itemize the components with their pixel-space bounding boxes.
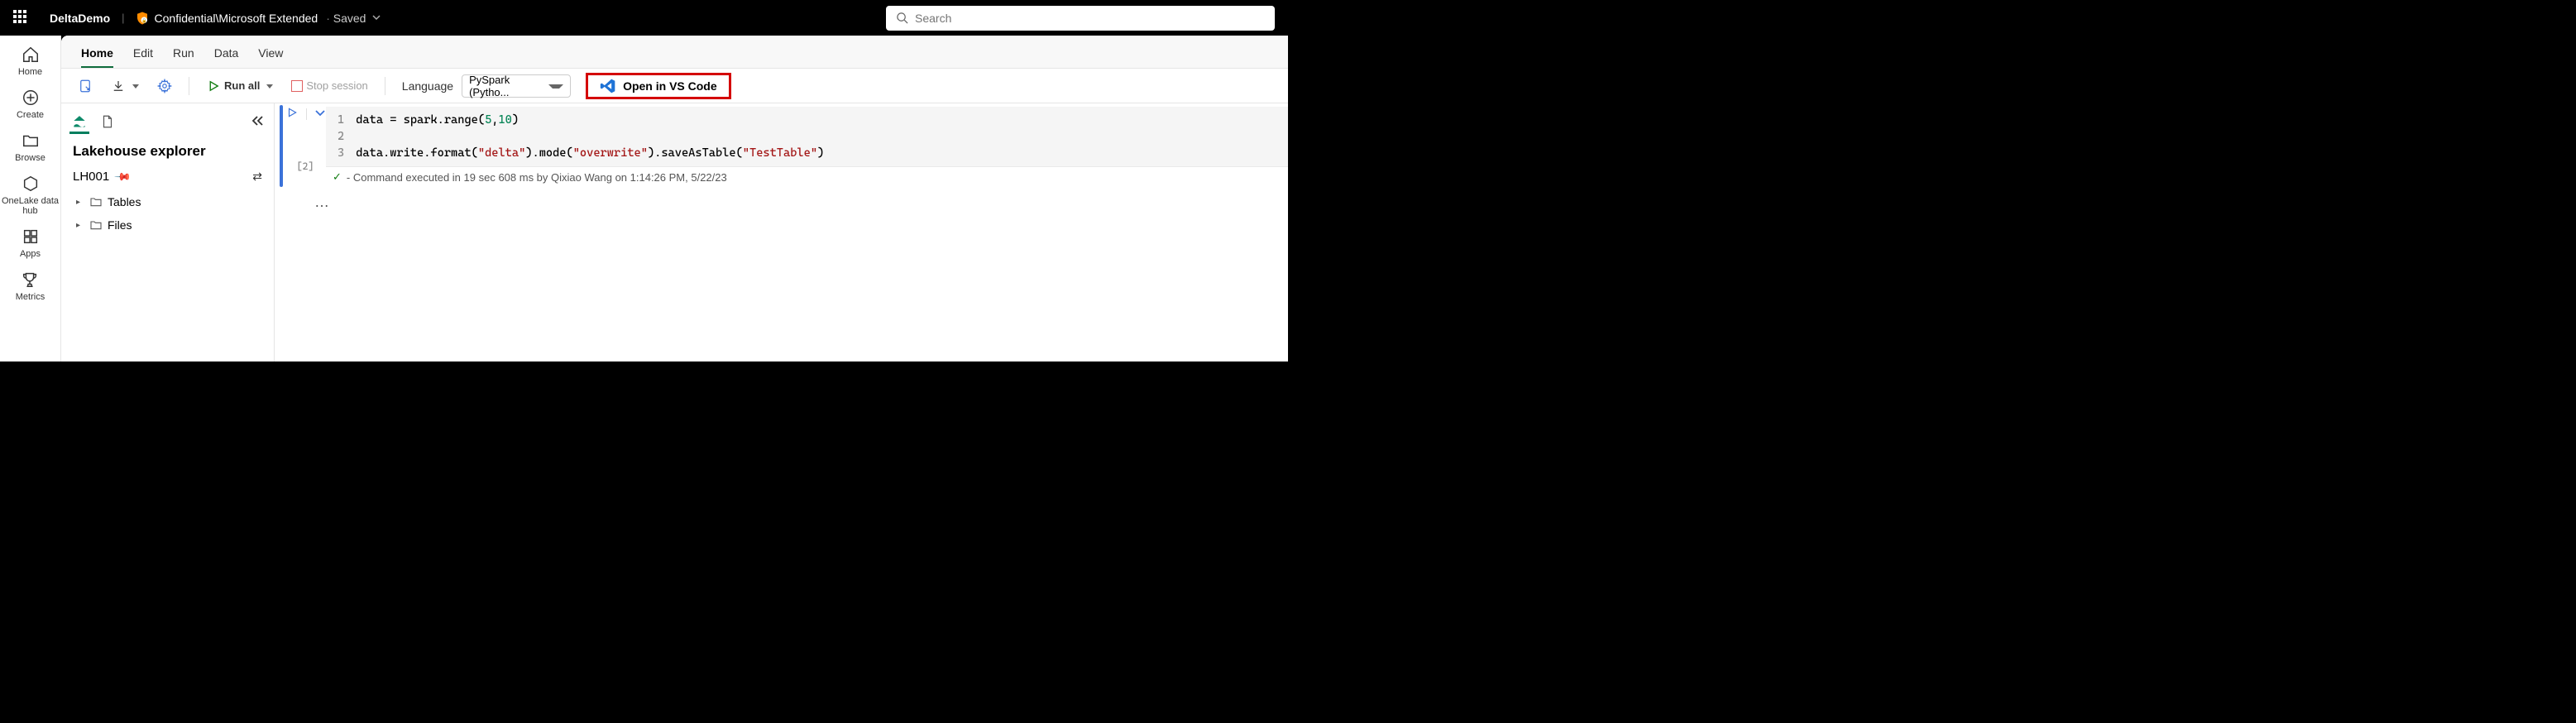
app-launcher-icon[interactable] — [13, 10, 30, 26]
check-icon: ✓ — [333, 170, 342, 184]
run-all-label: Run all — [224, 79, 260, 92]
language-label: Language — [402, 79, 453, 93]
chevron-right-icon: ▸ — [76, 221, 84, 230]
notebook-mode-button[interactable] — [73, 75, 98, 97]
nav-label: Browse — [15, 153, 45, 163]
tab-run[interactable]: Run — [173, 40, 194, 68]
toolbar: Run all Stop session Language PySpark (P… — [61, 69, 1288, 103]
lakehouse-name: LH001 — [73, 170, 109, 184]
tab-home[interactable]: Home — [81, 40, 113, 68]
code-cell[interactable]: [2] 123 data = spark.range(5,10) data.wr… — [280, 105, 1288, 187]
run-all-button[interactable]: Run all — [201, 75, 278, 97]
play-icon — [206, 79, 221, 93]
language-select[interactable]: PySpark (Pytho... — [462, 74, 571, 98]
swap-icon[interactable]: ⇄ — [252, 170, 262, 184]
save-status: Saved — [326, 12, 366, 25]
status-text: - Command executed in 19 sec 608 ms by Q… — [347, 171, 727, 184]
ribbon-tabs: Home Edit Run Data View — [61, 36, 1288, 69]
settings-button[interactable] — [152, 75, 177, 97]
nav-label: Apps — [20, 249, 41, 259]
nav-create[interactable]: Create — [17, 87, 44, 120]
tab-view[interactable]: View — [258, 40, 283, 68]
cell-execution-count: [2] — [296, 160, 314, 172]
tree-item-files[interactable]: ▸ Files — [76, 213, 274, 237]
code-text[interactable]: data = spark.range(5,10) data.write.form… — [356, 112, 824, 161]
lakehouse-name-row[interactable]: LH001 📌 ⇄ — [61, 166, 274, 187]
download-icon — [111, 79, 126, 93]
vscode-button-label: Open in VS Code — [623, 79, 717, 93]
lakehouse-icon — [71, 113, 88, 129]
nav-onelake[interactable]: OneLake data hub — [0, 173, 60, 216]
search-input-container[interactable] — [886, 6, 1275, 31]
nav-label: Home — [18, 67, 42, 77]
svg-text:🔒: 🔒 — [141, 17, 147, 23]
nav-home[interactable]: Home — [18, 44, 42, 77]
cell-more-menu[interactable]: … — [275, 187, 1288, 211]
cell-active-indicator — [280, 105, 283, 187]
header-separator: | — [122, 12, 124, 24]
pin-icon[interactable]: 📌 — [113, 167, 132, 186]
chevron-down-icon — [129, 79, 139, 92]
nav-metrics[interactable]: Metrics — [16, 269, 45, 302]
tree-label: Files — [108, 218, 132, 232]
nav-label: Create — [17, 110, 44, 120]
chevron-right-icon: ▸ — [76, 198, 84, 207]
search-icon — [896, 12, 908, 24]
open-in-vscode-button[interactable]: Open in VS Code — [586, 73, 731, 99]
notebook-icon — [78, 79, 93, 93]
lakehouse-explorer-panel: Lakehouse explorer LH001 📌 ⇄ ▸ Tables ▸ — [61, 103, 275, 362]
saved-dropdown-icon[interactable] — [372, 13, 381, 22]
nav-label: Metrics — [16, 292, 45, 302]
explorer-tab-files[interactable] — [98, 109, 117, 134]
tab-data[interactable]: Data — [214, 40, 239, 68]
sensitivity-label[interactable]: Confidential\Microsoft Extended — [155, 12, 318, 25]
cell-dropdown-icon[interactable] — [315, 108, 325, 120]
folder-icon — [89, 218, 103, 232]
folder-icon — [20, 130, 41, 151]
trophy-icon — [19, 269, 41, 290]
apps-icon — [20, 226, 41, 247]
cell-status: ✓ - Command executed in 19 sec 608 ms by… — [326, 167, 1288, 187]
explorer-title: Lakehouse explorer — [61, 133, 274, 166]
nav-label: OneLake data hub — [0, 196, 60, 216]
explorer-tab-lakehouse[interactable] — [69, 109, 89, 134]
nav-apps[interactable]: Apps — [20, 226, 41, 259]
document-icon — [100, 114, 115, 129]
collapse-panel-icon[interactable] — [251, 115, 264, 129]
code-editor[interactable]: 123 data = spark.range(5,10) data.write.… — [326, 107, 1288, 167]
run-cell-button[interactable] — [286, 107, 298, 121]
stop-session-label: Stop session — [306, 79, 367, 92]
tree-label: Tables — [108, 195, 141, 208]
notebook-area: [2] 123 data = spark.range(5,10) data.wr… — [275, 103, 1288, 362]
folder-icon — [89, 195, 103, 208]
stop-session-button[interactable]: Stop session — [286, 76, 372, 95]
hexagon-icon — [20, 173, 41, 194]
language-value: PySpark (Pytho... — [469, 74, 550, 98]
download-button[interactable] — [106, 75, 144, 97]
chevron-down-icon — [263, 79, 273, 92]
left-nav-rail: Home Create Browse OneLake data hub Apps… — [0, 36, 61, 362]
vscode-icon — [600, 78, 616, 94]
nav-browse[interactable]: Browse — [15, 130, 45, 163]
gutter-separator — [306, 108, 307, 120]
plus-circle-icon — [20, 87, 41, 108]
stop-icon — [291, 80, 303, 92]
line-numbers: 123 — [326, 112, 356, 161]
tab-edit[interactable]: Edit — [133, 40, 153, 68]
gear-icon — [157, 79, 172, 93]
search-input[interactable] — [915, 12, 1265, 25]
tree-item-tables[interactable]: ▸ Tables — [76, 190, 274, 213]
shield-icon: 🔒 — [135, 11, 150, 26]
home-icon — [20, 44, 41, 65]
app-name: DeltaDemo — [50, 12, 110, 25]
